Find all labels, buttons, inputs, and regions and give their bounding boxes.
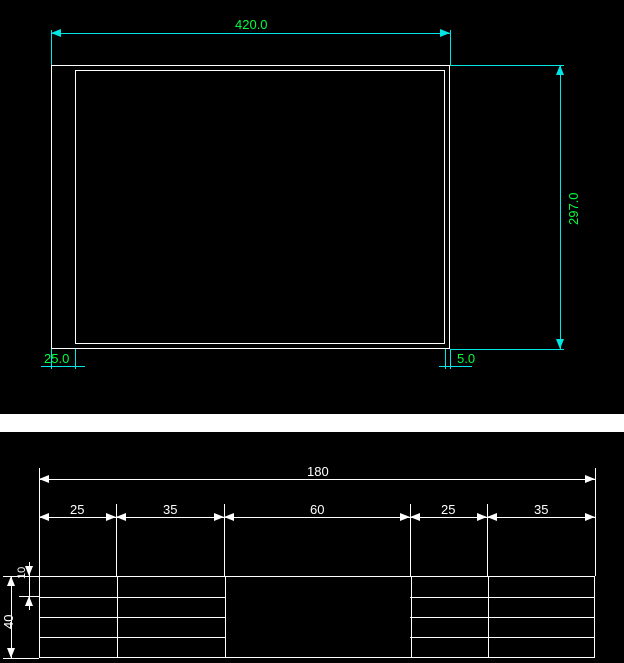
cad-sheet-drawing: 420.0 297.0 25.0 5.0 (0, 0, 624, 414)
dim-c4: 25 (441, 503, 455, 516)
dim-c3: 60 (310, 503, 324, 516)
dim-c5: 35 (534, 503, 548, 516)
cad-titleblock-drawing: 180 25 35 60 25 35 (0, 432, 624, 663)
dim-block-height-value: 40 (2, 615, 15, 629)
dim-left-margin-value: 25.0 (44, 352, 69, 365)
dim-right-margin-value: 5.0 (457, 352, 475, 365)
dim-c2: 35 (163, 503, 177, 516)
dim-total-value: 180 (307, 465, 329, 478)
dim-width-value: 420.0 (235, 18, 268, 31)
inner-frame (75, 70, 445, 344)
dim-c1: 25 (70, 503, 84, 516)
titleblock-grid (39, 576, 595, 658)
dim-height-value: 297.0 (567, 192, 580, 225)
dim-row-small-value: 10 (17, 567, 28, 579)
